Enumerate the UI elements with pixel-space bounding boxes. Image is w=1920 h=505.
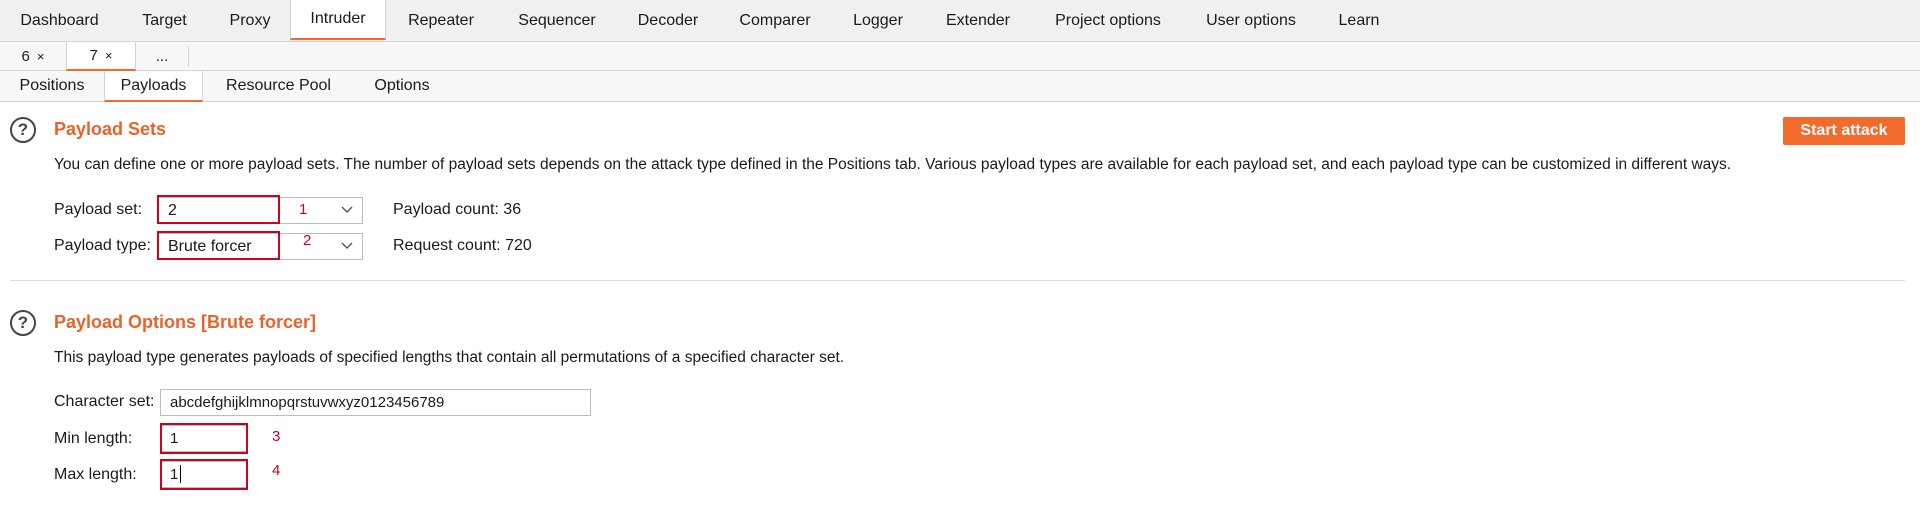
attack-tab-6[interactable]: 6 × bbox=[0, 42, 66, 70]
tab-payloads[interactable]: Payloads bbox=[104, 71, 203, 102]
payload-type-value: Brute forcer bbox=[168, 238, 252, 255]
tab-repeater[interactable]: Repeater bbox=[386, 0, 496, 41]
new-attack-tab[interactable]: ... bbox=[136, 42, 188, 70]
payload-sets-title: Payload Sets bbox=[54, 119, 167, 139]
help-icon[interactable]: ? bbox=[10, 117, 36, 143]
start-attack-button[interactable]: Start attack bbox=[1783, 117, 1905, 145]
tab-divider bbox=[188, 46, 189, 67]
tab-dashboard[interactable]: Dashboard bbox=[0, 0, 119, 41]
annotation-number: 1 bbox=[299, 201, 308, 218]
payload-type-label: Payload type: bbox=[54, 237, 151, 254]
chevron-down-icon bbox=[341, 242, 353, 249]
tab-intruder[interactable]: Intruder bbox=[290, 0, 386, 40]
section-divider bbox=[10, 280, 1905, 281]
chevron-down-icon bbox=[341, 206, 353, 213]
attack-tab-label: 6 bbox=[21, 47, 30, 65]
min-length-input[interactable]: 1 bbox=[160, 425, 247, 452]
tab-positions[interactable]: Positions bbox=[0, 71, 104, 101]
attack-tab-7[interactable]: 7 × bbox=[66, 42, 136, 71]
min-length-label: Min length: bbox=[54, 430, 133, 447]
attack-tab-bar: 6 × 7 × ... bbox=[0, 42, 1920, 71]
payload-type-select[interactable]: Brute forcer bbox=[157, 233, 363, 260]
tab-decoder[interactable]: Decoder bbox=[618, 0, 718, 41]
request-count: Request count: 720 bbox=[393, 237, 532, 254]
payload-set-value: 2 bbox=[168, 202, 177, 219]
close-icon[interactable]: × bbox=[105, 48, 113, 63]
tab-options[interactable]: Options bbox=[354, 71, 450, 101]
tab-project-options[interactable]: Project options bbox=[1032, 0, 1184, 41]
payload-set-select[interactable]: 2 bbox=[157, 197, 363, 224]
annotation-number: 3 bbox=[272, 428, 281, 445]
payload-count: Payload count: 36 bbox=[393, 201, 522, 218]
attack-tab-label: 7 bbox=[89, 47, 98, 64]
payload-options-description: This payload type generates payloads of … bbox=[54, 349, 845, 366]
close-icon[interactable]: × bbox=[37, 49, 45, 64]
tab-resource-pool[interactable]: Resource Pool bbox=[203, 71, 354, 101]
payload-set-label: Payload set: bbox=[54, 201, 143, 218]
tab-sequencer[interactable]: Sequencer bbox=[496, 0, 618, 41]
tab-logger[interactable]: Logger bbox=[832, 0, 924, 41]
tab-target[interactable]: Target bbox=[119, 0, 210, 41]
character-set-input[interactable]: abcdefghijklmnopqrstuvwxyz0123456789 bbox=[160, 389, 591, 416]
help-icon[interactable]: ? bbox=[10, 310, 36, 336]
payload-options-title: Payload Options [Brute forcer] bbox=[54, 312, 317, 332]
max-length-label: Max length: bbox=[54, 466, 137, 483]
annotation-number: 2 bbox=[303, 232, 312, 249]
tab-comparer[interactable]: Comparer bbox=[718, 0, 832, 41]
payload-sets-description: You can define one or more payload sets.… bbox=[54, 156, 1732, 173]
tab-extender[interactable]: Extender bbox=[924, 0, 1032, 41]
tab-proxy[interactable]: Proxy bbox=[210, 0, 290, 41]
tab-learn[interactable]: Learn bbox=[1318, 0, 1400, 41]
max-length-input[interactable]: 1 bbox=[160, 461, 247, 488]
character-set-label: Character set: bbox=[54, 393, 155, 410]
page-tab-bar: Positions Payloads Resource Pool Options bbox=[0, 71, 1920, 102]
tab-user-options[interactable]: User options bbox=[1184, 0, 1318, 41]
text-cursor bbox=[180, 465, 181, 483]
main-tab-bar: Dashboard Target Proxy Intruder Repeater… bbox=[0, 0, 1920, 42]
annotation-number: 4 bbox=[272, 462, 281, 479]
